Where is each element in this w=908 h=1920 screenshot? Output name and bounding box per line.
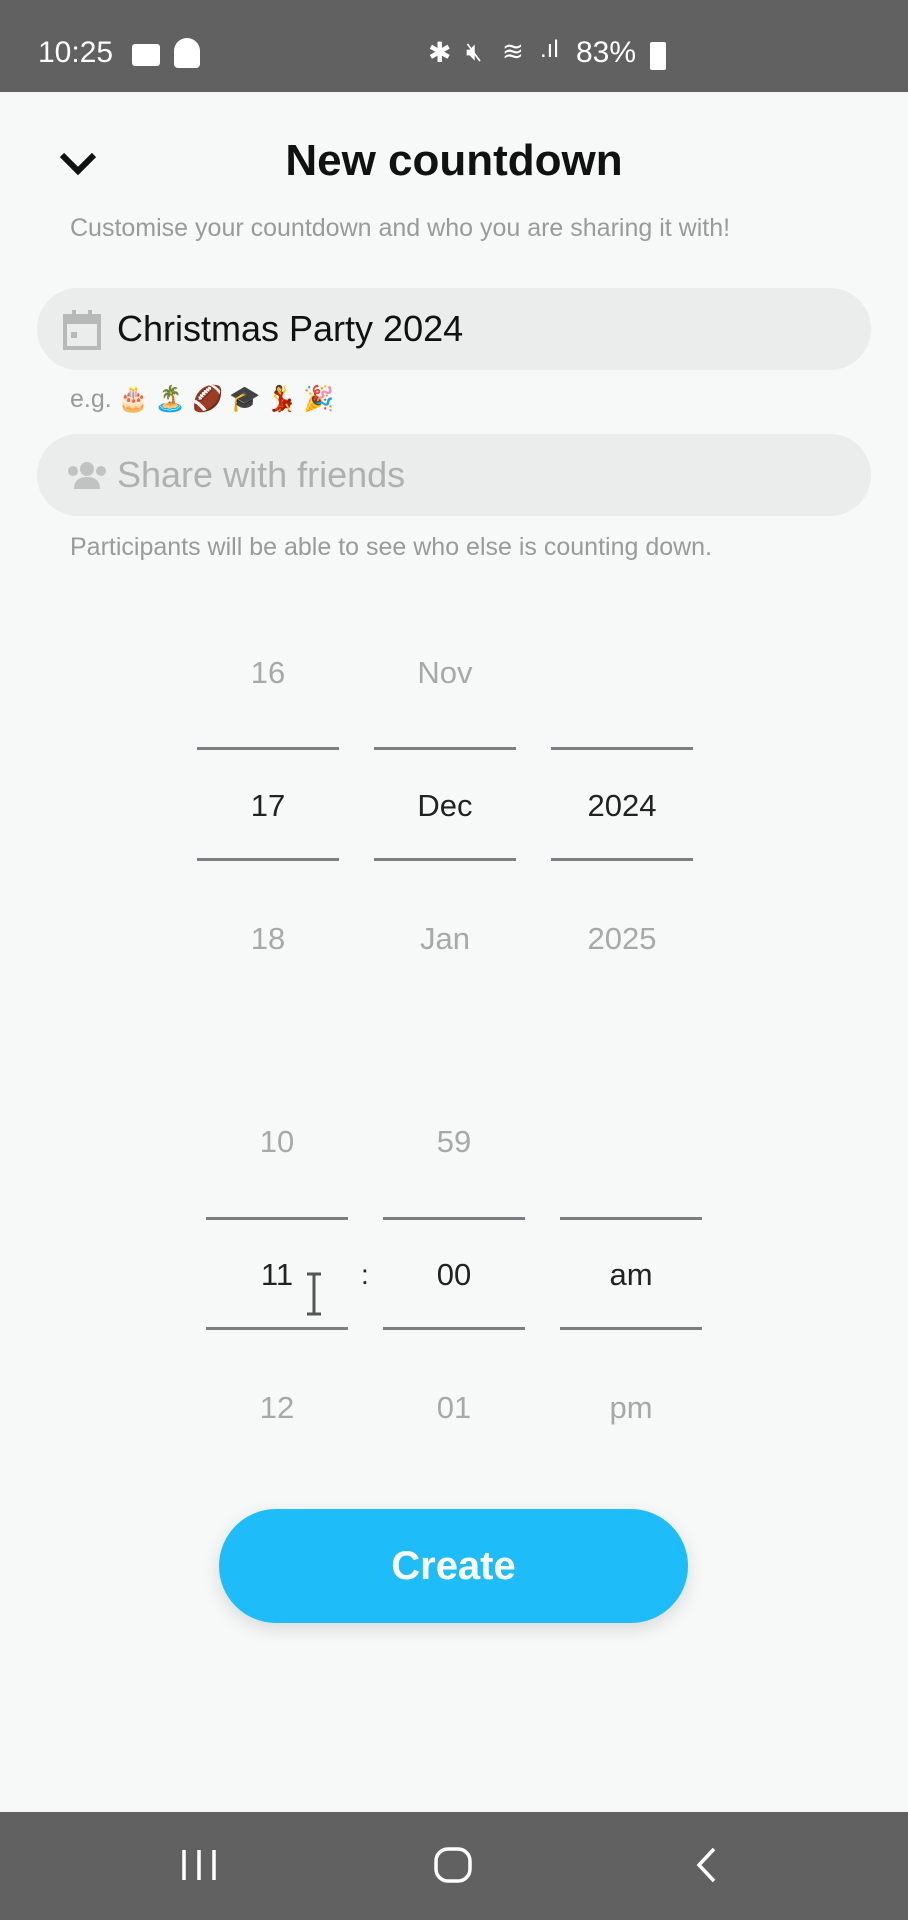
- day-prev[interactable]: 16: [197, 655, 339, 691]
- day-selected[interactable]: 17: [197, 788, 339, 824]
- countdown-name-value: Christmas Party 2024: [117, 308, 464, 349]
- hour-divider-bottom: [206, 1327, 348, 1330]
- share-note: Participants will be able to see who els…: [70, 533, 713, 561]
- minute-divider-bottom: [383, 1327, 525, 1330]
- home-icon[interactable]: [433, 1846, 473, 1884]
- minute-prev[interactable]: 59: [383, 1124, 525, 1160]
- system-nav-bar: [0, 1812, 908, 1920]
- minute-next[interactable]: 01: [383, 1390, 525, 1426]
- emoji-graduation[interactable]: 🎓: [229, 385, 260, 414]
- hour-divider-top: [206, 1217, 348, 1220]
- emoji-party[interactable]: 🎉: [303, 385, 334, 414]
- recent-apps-icon[interactable]: [180, 1848, 218, 1882]
- minute-selected[interactable]: 00: [383, 1257, 525, 1293]
- wifi-icon: ≋: [502, 36, 524, 66]
- share-placeholder: Share with friends: [117, 454, 406, 495]
- back-icon[interactable]: [694, 1846, 720, 1884]
- video-icon: [132, 44, 160, 66]
- hour-selected[interactable]: 11: [206, 1257, 348, 1293]
- emoji-island[interactable]: 🏝️: [155, 385, 186, 414]
- clock: 10:25: [38, 36, 114, 69]
- battery-icon: [650, 42, 666, 70]
- mute-icon: 🔇︎: [466, 36, 483, 66]
- time-separator: :: [361, 1259, 369, 1290]
- month-divider-bottom: [374, 858, 516, 861]
- hour-prev[interactable]: 10: [206, 1124, 348, 1160]
- month-divider-top: [374, 747, 516, 750]
- month-selected[interactable]: Dec: [374, 788, 516, 824]
- year-divider-bottom: [551, 858, 693, 861]
- snapchat-ghost-icon: [174, 38, 200, 68]
- day-divider-top: [197, 747, 339, 750]
- year-divider-top: [551, 747, 693, 750]
- page-subtitle: Customise your countdown and who you are…: [70, 214, 731, 242]
- examples-label: e.g.: [70, 385, 112, 413]
- emoji-football[interactable]: 🏈: [192, 385, 223, 414]
- day-next[interactable]: 18: [197, 921, 339, 957]
- month-prev[interactable]: Nov: [374, 655, 516, 691]
- emoji-cake[interactable]: 🎂: [118, 385, 149, 414]
- minute-divider-top: [383, 1217, 525, 1220]
- hour-next[interactable]: 12: [206, 1390, 348, 1426]
- period-selected[interactable]: am: [560, 1257, 702, 1293]
- period-next[interactable]: pm: [560, 1390, 702, 1426]
- share-with-friends-input[interactable]: Share with friends: [37, 434, 871, 516]
- emoji-examples: e.g. 🎂 🏝️ 🏈 🎓 💃 🎉: [70, 385, 335, 414]
- bluetooth-icon: ✱: [428, 37, 452, 68]
- countdown-name-input[interactable]: Christmas Party 2024: [37, 288, 871, 370]
- calendar-icon: [63, 310, 101, 350]
- year-selected[interactable]: 2024: [551, 788, 693, 824]
- year-next[interactable]: 2025: [551, 921, 693, 957]
- emoji-dancer[interactable]: 💃: [266, 385, 297, 414]
- signal-icon: .ıl: [540, 36, 559, 63]
- status-bar: 10:25 ✱ 🔇︎ ≋ .ıl 83%: [0, 0, 908, 92]
- period-divider-top: [560, 1217, 702, 1220]
- day-divider-bottom: [197, 858, 339, 861]
- friends-icon: [68, 462, 106, 489]
- month-next[interactable]: Jan: [374, 921, 516, 957]
- battery-percent: 83%: [576, 36, 637, 69]
- create-button[interactable]: Create: [219, 1509, 688, 1623]
- page-title: New countdown: [285, 136, 623, 185]
- text-cursor-icon: [307, 1272, 321, 1316]
- period-divider-bottom: [560, 1327, 702, 1330]
